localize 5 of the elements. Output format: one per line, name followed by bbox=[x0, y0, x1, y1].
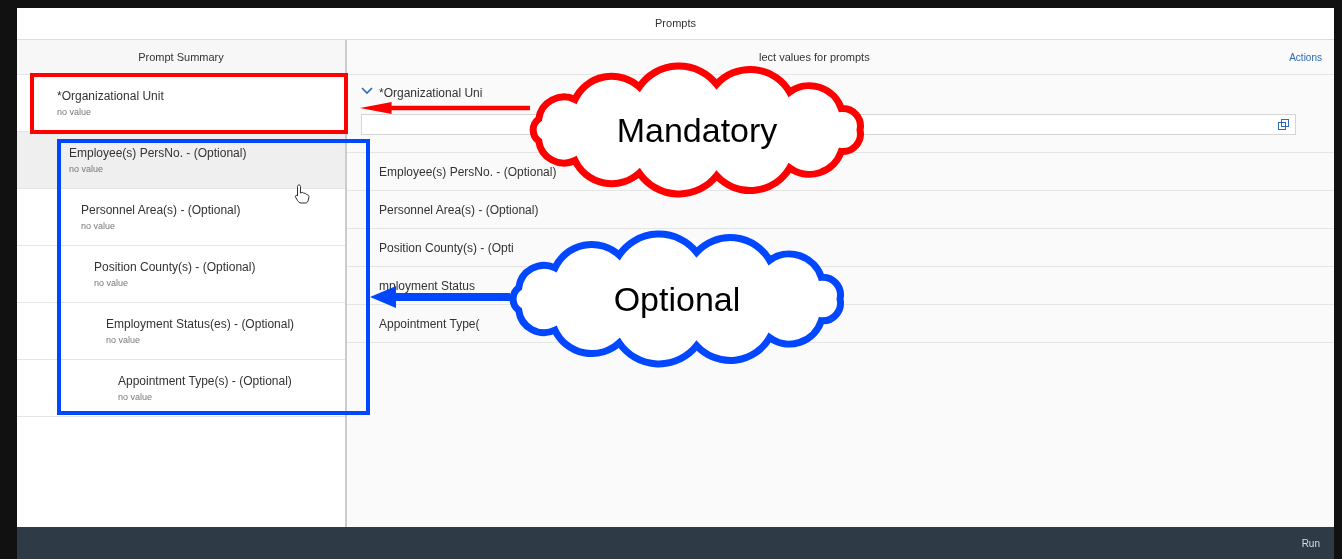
panel-title: Prompt Summary bbox=[138, 49, 224, 65]
panel-title: lect values for prompts bbox=[759, 49, 871, 65]
callout-text: Optional bbox=[613, 278, 741, 320]
window-title: Prompts bbox=[655, 16, 696, 32]
callout-text: Mandatory bbox=[616, 109, 778, 151]
